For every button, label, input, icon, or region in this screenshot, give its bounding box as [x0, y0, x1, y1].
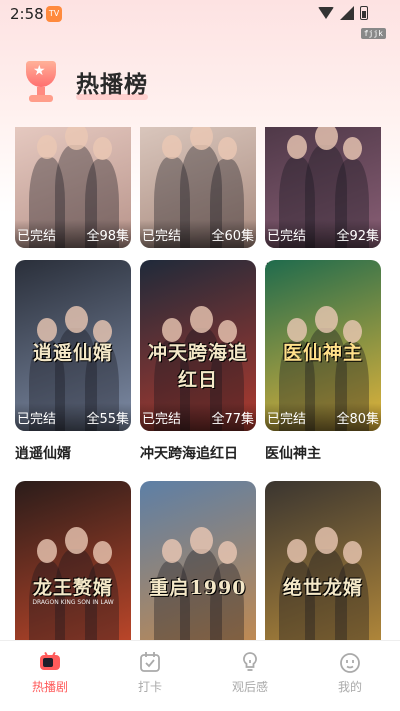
wifi-icon [318, 7, 334, 19]
poster-title-text: 冲天跨海追红日 [147, 342, 248, 391]
drama-status: 已完结 [267, 228, 307, 244]
drama-title[interactable]: 冲天跨海追红日 [140, 443, 256, 463]
drama-card[interactable]: 已完结全98集云海仙踪 [15, 127, 131, 280]
drama-status: 已完结 [267, 411, 307, 427]
drama-card[interactable]: 已完结全92集情有独钟 [265, 127, 381, 280]
poster-title-text: 医仙神主 [282, 342, 363, 364]
battery-icon [360, 6, 368, 20]
lightbulb-icon [243, 652, 257, 671]
poster-title-text: 绝世龙婿 [282, 577, 363, 599]
poster-caption: 已完结 全98集 [15, 220, 131, 248]
drama-status: 已完结 [142, 228, 182, 244]
drama-card[interactable]: 已完结全60集灿烂的风 [140, 127, 256, 280]
nav-tab-hot-dramas[interactable]: 热播剧 [0, 641, 100, 711]
episode-count: 全77集 [211, 411, 254, 427]
status-time: 2:58 [10, 5, 44, 23]
poster-title-text: 逍遥仙婿 [32, 342, 113, 364]
drama-grid[interactable]: 已完结全98集云海仙踪已完结全60集灿烂的风已完结全92集情有独钟逍遥仙婿已完结… [0, 127, 400, 640]
drama-poster[interactable]: 重启1990 [140, 481, 256, 640]
status-icons [318, 6, 368, 20]
poster-subtitle-text: DRAGON KING SON IN LAW [32, 599, 114, 606]
drama-card[interactable]: 逍遥仙婿 已完结 全55集 逍遥仙婿 [15, 260, 131, 463]
drama-status: 已完结 [142, 411, 182, 427]
poster-title-text: 龙王赘婿 [32, 577, 113, 599]
episode-count: 全60集 [211, 228, 254, 244]
drama-poster[interactable]: 冲天跨海追红日已完结 全77集 [140, 260, 256, 431]
poster-caption: 已完结 全60集 [140, 220, 256, 248]
drama-card[interactable]: 绝世龙婿 [265, 481, 381, 640]
nav-label: 热播剧 [31, 680, 68, 694]
trophy-icon: ★ [18, 59, 62, 105]
drama-title[interactable]: 逍遥仙婿 [15, 443, 131, 463]
poster-title-text: 重启1990 [149, 577, 247, 599]
nav-tab-profile[interactable]: 我的 [300, 641, 400, 711]
drama-status: 已完结 [17, 228, 57, 244]
poster-caption: 已完结 全55集 [15, 403, 131, 431]
poster-caption: 已完结 全77集 [140, 403, 256, 431]
signal-icon [340, 6, 354, 20]
smiley-icon [340, 653, 360, 673]
page-header: ★ 热播榜 [18, 58, 148, 106]
tv-icon [40, 652, 60, 670]
status-bar: 2:58 TV [0, 0, 400, 28]
bottom-nav: 热播剧 打卡 观后感 我的 [0, 640, 400, 711]
poster-caption: 已完结 全92集 [265, 220, 381, 248]
drama-status: 已完结 [17, 411, 57, 427]
drama-title[interactable]: 医仙神主 [265, 443, 381, 463]
drama-poster[interactable]: 已完结 全92集 [265, 127, 381, 248]
episode-count: 全98集 [86, 228, 129, 244]
app-notification-icon: TV [46, 6, 62, 22]
drama-poster[interactable]: 逍遥仙婿已完结 全55集 [15, 260, 131, 431]
nav-tab-reviews[interactable]: 观后感 [200, 641, 300, 711]
drama-poster[interactable]: 医仙神主已完结 全80集 [265, 260, 381, 431]
page-title: 热播榜 [76, 65, 148, 100]
poster-caption: 已完结 全80集 [265, 403, 381, 431]
drama-card[interactable]: 龙王赘婿 DRAGON KING SON IN LAW [15, 481, 131, 640]
nav-label: 观后感 [231, 680, 268, 694]
nav-tab-checkin[interactable]: 打卡 [100, 641, 200, 711]
calendar-check-icon [140, 652, 160, 672]
drama-poster[interactable]: 绝世龙婿 [265, 481, 381, 640]
drama-poster[interactable]: 龙王赘婿 DRAGON KING SON IN LAW [15, 481, 131, 640]
drama-card[interactable]: 重启1990 [140, 481, 256, 640]
debug-badge: fjjk [360, 28, 386, 39]
nav-label: 我的 [337, 680, 362, 694]
drama-poster[interactable]: 已完结 全60集 [140, 127, 256, 248]
nav-label: 打卡 [137, 680, 162, 694]
drama-poster[interactable]: 已完结 全98集 [15, 127, 131, 248]
episode-count: 全80集 [336, 411, 379, 427]
drama-card[interactable]: 冲天跨海追红日 已完结 全77集 冲天跨海追红日 [140, 260, 256, 463]
drama-card[interactable]: 医仙神主 已完结 全80集 医仙神主 [265, 260, 381, 463]
episode-count: 全55集 [86, 411, 129, 427]
episode-count: 全92集 [336, 228, 379, 244]
